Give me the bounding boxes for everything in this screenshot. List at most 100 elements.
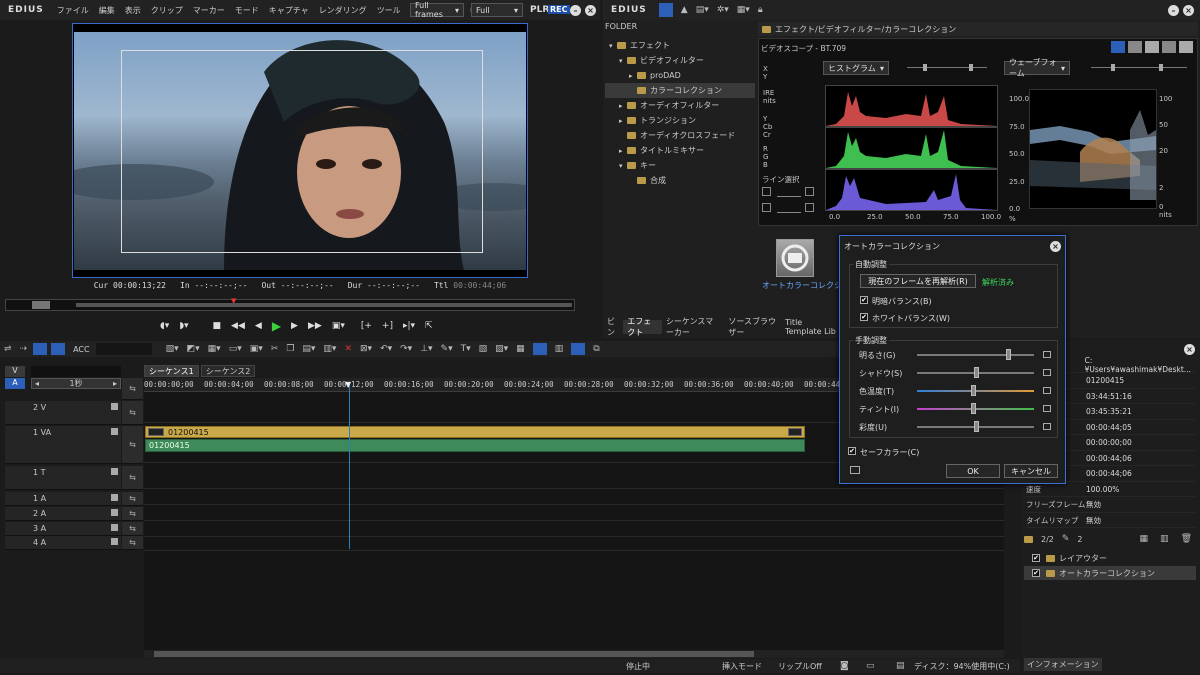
layer-item[interactable]: ✔ オートカラーコレクション xyxy=(1024,566,1196,580)
player-scrubber[interactable]: ▼ xyxy=(5,297,575,311)
layer-checkbox[interactable]: ✔ xyxy=(1032,554,1040,562)
overwrite-icon[interactable]: +] xyxy=(382,321,393,331)
marker-icon[interactable]: ⊥▾ xyxy=(420,344,432,354)
undo-icon[interactable]: ↶▾ xyxy=(380,344,392,354)
loop-icon[interactable]: ▣▾ xyxy=(332,321,345,331)
split-view-icon[interactable] xyxy=(1145,41,1159,53)
info-tab[interactable]: インフォメーション xyxy=(1024,658,1102,671)
slider-thumb[interactable] xyxy=(973,367,979,378)
folder-view-icon[interactable] xyxy=(658,3,673,17)
track-name-field[interactable] xyxy=(31,366,121,377)
replace-icon[interactable]: ▥▾ xyxy=(323,344,336,354)
brightness-balance-label[interactable]: 明暗バランス(B) xyxy=(872,296,932,307)
tab-0[interactable]: ビン xyxy=(603,317,623,337)
player-monitor[interactable] xyxy=(72,23,528,278)
track-swap-icon[interactable]: ⇆ xyxy=(122,492,143,506)
close-icon-right[interactable]: × xyxy=(1183,4,1194,16)
triple-view-icon[interactable] xyxy=(1162,41,1176,53)
waveform-select[interactable]: ウェーブフォーム ▾ xyxy=(1004,58,1070,78)
histogram-slider-2[interactable] xyxy=(933,63,983,73)
effect-icon[interactable]: ✎▾ xyxy=(441,344,453,354)
slider-reset-icon[interactable] xyxy=(1043,351,1051,358)
menu-item-6[interactable]: キャプチャ xyxy=(264,5,314,16)
tree-expander-icon[interactable]: ▸ xyxy=(629,72,637,80)
brightness-balance-checkbox[interactable]: ✔ xyxy=(860,296,868,304)
tree-item[interactable]: ▸ オーディオフィルター xyxy=(605,98,755,113)
playhead-marker[interactable]: ▼ xyxy=(345,380,351,389)
track-header[interactable]: 2 A xyxy=(5,507,121,521)
play-icon[interactable]: ▶ xyxy=(272,319,281,333)
rec-button[interactable]: REC xyxy=(548,5,570,14)
tree-item[interactable]: ▾ ビデオフィルター xyxy=(605,53,755,68)
tree-item[interactable]: ▸ トランジション xyxy=(605,113,755,128)
menu-item-5[interactable]: モード xyxy=(230,5,264,16)
safe-color-label[interactable]: セーフカラー(C) xyxy=(860,447,919,458)
external-icon[interactable]: ⇱ xyxy=(425,321,433,331)
fast-forward-icon[interactable]: ▶▶ xyxy=(308,321,322,331)
slider-reset-icon[interactable] xyxy=(1043,387,1051,394)
trash-icon[interactable]: 🗑︎ xyxy=(1181,534,1192,544)
slider-thumb[interactable] xyxy=(971,385,977,396)
track-swap-icon[interactable]: ⇆ xyxy=(122,536,143,550)
tree-item[interactable]: カラーコレクション xyxy=(605,83,755,98)
audio-mixer-icon[interactable]: ▥ xyxy=(555,344,564,354)
line-select-checkbox-1[interactable] xyxy=(762,187,771,196)
grid-view-icon[interactable]: ▦▾ xyxy=(737,5,750,15)
sequence-tab-0[interactable]: シーケンス1 xyxy=(144,365,199,377)
slider-reset-icon[interactable] xyxy=(1043,423,1051,430)
minimize-icon-right[interactable]: – xyxy=(1168,4,1179,16)
layer-item[interactable]: ✔ レイアウター xyxy=(1024,551,1196,565)
playhead[interactable] xyxy=(349,384,350,549)
step-back-icon[interactable]: ◀ xyxy=(255,321,262,331)
single-view-icon[interactable] xyxy=(1128,41,1142,53)
slider-reset-icon[interactable] xyxy=(1043,405,1051,412)
track-header[interactable]: 3 A xyxy=(5,522,121,536)
snapshot-icon[interactable]: ▧ xyxy=(479,344,488,354)
tree-item[interactable]: 合成 xyxy=(605,173,755,188)
list-view-icon[interactable] xyxy=(1111,41,1125,53)
settings-icon[interactable]: ✲▾ xyxy=(717,5,729,15)
tab-4[interactable]: Title Template Lib xyxy=(781,318,843,336)
open-icon[interactable]: ◩▾ xyxy=(187,344,200,354)
paste-icon[interactable]: ▤▾ xyxy=(302,344,315,354)
tree-item[interactable]: ▸ タイトルミキサー xyxy=(605,143,755,158)
folder-icon-tl[interactable]: ▭▾ xyxy=(229,344,242,354)
timeline-scale-select[interactable]: ◂ 1秒 ▸ xyxy=(31,378,121,389)
track-toggle-icon[interactable] xyxy=(111,494,118,501)
export-icon-tl[interactable]: ▨▾ xyxy=(495,344,508,354)
track-swap-icon[interactable]: ⇆ xyxy=(122,426,143,464)
rewind-icon[interactable]: ◀◀ xyxy=(231,321,245,331)
quad-view-icon[interactable] xyxy=(1179,41,1193,53)
track-toggle-icon[interactable] xyxy=(111,509,118,516)
menu-item-2[interactable]: 表示 xyxy=(120,5,146,16)
tree-expander-icon[interactable]: ▸ xyxy=(619,147,627,155)
timeline-scrollbar[interactable] xyxy=(144,650,1004,658)
track-swap-icon[interactable]: ⇆ xyxy=(122,466,143,490)
audio-mode-field[interactable] xyxy=(95,343,152,355)
new-sequence-icon[interactable]: ▧▾ xyxy=(166,344,179,354)
stop-icon[interactable]: ■ xyxy=(213,321,222,331)
tree-expander-icon[interactable]: ▾ xyxy=(609,42,617,50)
tab-1[interactable]: エフェクト xyxy=(623,317,662,337)
menu-item-7[interactable]: レンダリング xyxy=(314,5,372,16)
track-header[interactable]: 1 VA xyxy=(5,426,121,464)
track-swap-icon[interactable]: ⇆ xyxy=(122,401,143,425)
a-badge[interactable]: A xyxy=(5,378,25,389)
safe-color-checkbox[interactable]: ✔ xyxy=(848,447,856,455)
track-swap-icon[interactable]: ⇆ xyxy=(122,507,143,521)
tree-item[interactable]: ▾ エフェクト xyxy=(605,38,755,53)
white-balance-label[interactable]: ホワイトバランス(W) xyxy=(872,313,950,324)
white-balance-checkbox[interactable]: ✔ xyxy=(860,313,868,321)
menu-item-4[interactable]: マーカー xyxy=(188,5,230,16)
lock-icon[interactable]: 🔒︎ xyxy=(758,5,763,15)
asset-icon[interactable]: ▤▾ xyxy=(696,5,709,15)
timeline-scroll-thumb[interactable] xyxy=(154,651,754,657)
dialog-export-icon[interactable] xyxy=(850,466,860,474)
track-icon[interactable]: ⇢ xyxy=(20,344,28,354)
tree-expander-icon[interactable]: ▸ xyxy=(619,117,627,125)
render-icon[interactable]: ▦ xyxy=(516,344,525,354)
title-icon[interactable]: T▾ xyxy=(461,344,471,354)
line-select-field-1[interactable] xyxy=(777,196,801,197)
menu-item-3[interactable]: クリップ xyxy=(146,5,188,16)
save-icon[interactable]: ▣▾ xyxy=(250,344,263,354)
